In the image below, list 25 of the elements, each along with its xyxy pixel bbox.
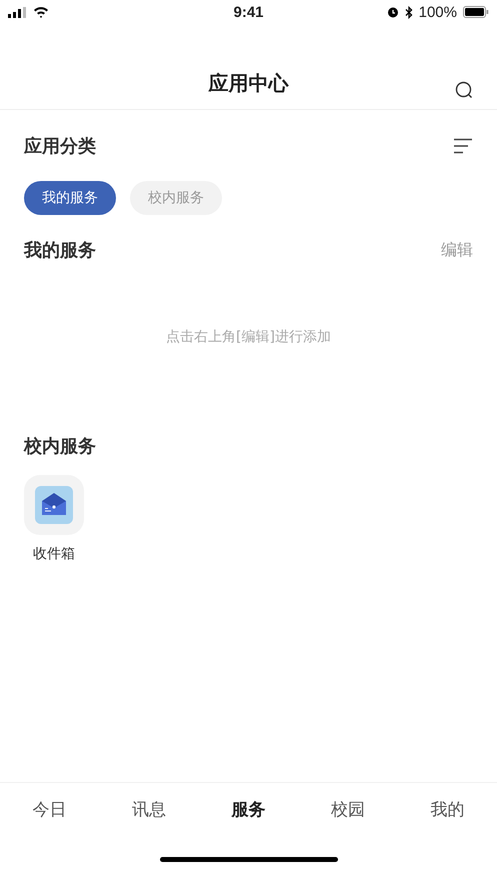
section-title: 应用分类: [24, 135, 96, 158]
alarm-icon: [386, 6, 399, 18]
search-icon: [455, 81, 473, 99]
tab-item[interactable]: 讯息: [99, 783, 199, 835]
empty-hint: 点击右上角[编辑]进行添加: [166, 328, 331, 346]
envelope-icon: [35, 486, 73, 524]
signal-icon: [8, 6, 27, 18]
tab-item[interactable]: 今日: [0, 783, 100, 835]
search-button[interactable]: [455, 81, 473, 99]
wifi-icon: [33, 6, 49, 18]
app-label: 收件箱: [33, 545, 75, 563]
sort-button[interactable]: [453, 138, 473, 154]
battery-icon: [463, 6, 489, 18]
app-tile[interactable]: [24, 475, 84, 535]
category-chip[interactable]: 我的服务: [24, 181, 116, 215]
bluetooth-icon: [404, 6, 413, 18]
section-title: 我的服务: [24, 239, 96, 262]
sort-icon: [453, 138, 473, 154]
section-title: 校内服务: [24, 435, 96, 458]
tab-item[interactable]: 校园: [298, 783, 398, 835]
status-time: 9:41: [233, 4, 264, 20]
battery-percent: 100%: [418, 4, 457, 20]
tab-item[interactable]: 我的: [398, 783, 497, 835]
page-title: 应用中心: [208, 70, 288, 96]
tab-item[interactable]: 服务: [198, 783, 298, 835]
